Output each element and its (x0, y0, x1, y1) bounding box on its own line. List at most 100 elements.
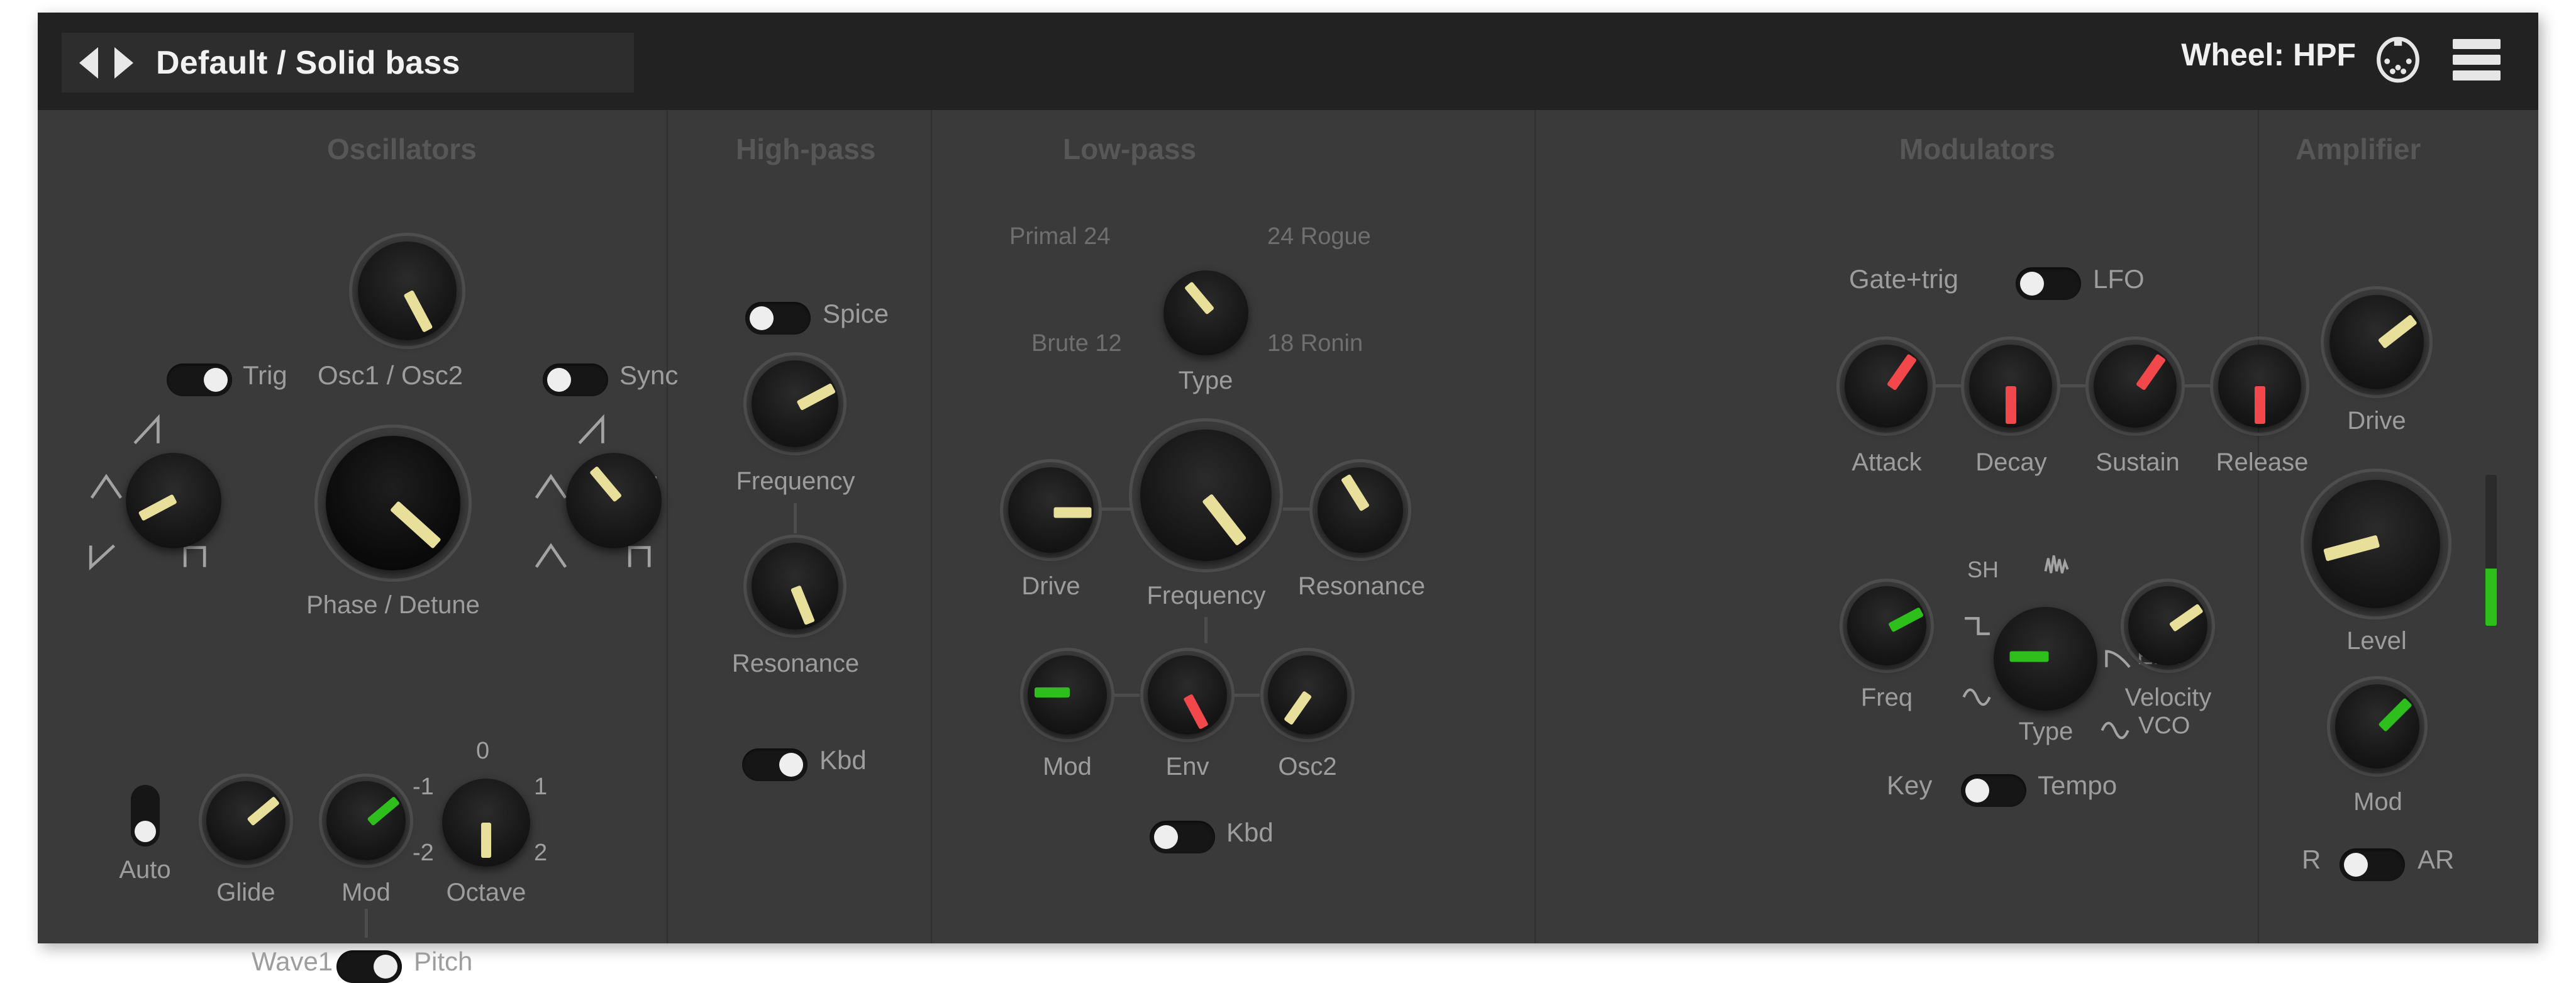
lfo-type-knob[interactable] (1994, 607, 2097, 711)
lp-type-option-rogue[interactable]: 24 Rogue (1267, 223, 1371, 250)
wheel-assignment-label: Wheel: HPF (2181, 37, 2356, 72)
octave-tick-minus1: -1 (413, 774, 434, 800)
lp-type-knob[interactable] (1163, 270, 1248, 355)
lp-frequency-label: Frequency (1146, 582, 1266, 609)
spice-toggle[interactable] (745, 302, 811, 335)
amp-drive-knob[interactable] (2321, 286, 2433, 398)
octave-label: Octave (446, 879, 526, 906)
glide-label: Glide (216, 879, 275, 906)
octave-tick-0: 0 (476, 738, 490, 764)
attack-knob[interactable] (1836, 336, 1936, 436)
hp-kbd-toggle[interactable] (742, 748, 808, 781)
lfo-freq-knob[interactable] (1840, 579, 1934, 673)
lp-type-option-ronin[interactable]: 18 Ronin (1267, 330, 1363, 357)
preset-browser[interactable]: Default / Solid bass (62, 33, 634, 92)
adsr-connector-3 (2185, 384, 2210, 387)
hp-resonance-knob[interactable] (743, 535, 847, 638)
ramp-wave-icon (89, 544, 115, 570)
tempo-label: Tempo (2038, 770, 2118, 800)
triangle-wave-icon (90, 474, 123, 499)
section-title-amplifier: Amplifier (2296, 133, 2421, 165)
r-ar-toggle[interactable] (2340, 848, 2405, 881)
lfo-label: LFO (2093, 264, 2145, 294)
triangle-wave-icon-2 (535, 474, 567, 499)
decay-label: Decay (1975, 448, 2047, 476)
lp-kbd-toggle[interactable] (1150, 821, 1215, 853)
lfo-sine-icon (1962, 688, 1991, 706)
phase-detune-knob[interactable] (314, 425, 472, 582)
release-knob[interactable] (2210, 336, 2309, 436)
adsr-connector-2 (2060, 384, 2085, 387)
lp-mod-label: Mod (1043, 753, 1092, 780)
hp-frequency-label: Frequency (736, 467, 855, 495)
osc2-wave-knob[interactable] (566, 453, 662, 548)
hp-frequency-knob[interactable] (743, 352, 847, 455)
sustain-knob[interactable] (2085, 336, 2185, 436)
lp-resonance-knob[interactable] (1309, 459, 1411, 561)
hamburger-menu-icon[interactable] (2453, 39, 2501, 81)
lp-env-knob[interactable] (1140, 648, 1235, 742)
gate-lfo-toggle[interactable] (2016, 267, 2081, 300)
auto-toggle[interactable] (131, 785, 160, 847)
lp-osc2-knob[interactable] (1260, 648, 1355, 742)
lp-type-label: Type (1178, 367, 1233, 394)
key-tempo-toggle[interactable] (1961, 774, 2026, 807)
section-title-lowpass: Low-pass (1063, 133, 1197, 165)
lp-type-option-primal[interactable]: Primal 24 (1009, 223, 1111, 250)
divider-highpass-lowpass (931, 110, 932, 943)
amp-mod-knob[interactable] (2327, 676, 2428, 777)
lp-freq-env-connector (1204, 617, 1208, 643)
lp-osc2-label: Osc2 (1278, 753, 1337, 780)
lp-drive-knob[interactable] (1000, 459, 1102, 561)
lfo-vco-icon (2101, 721, 2129, 740)
divider-lowpass-modulators (1535, 110, 1536, 943)
lp-env-label: Env (1165, 753, 1209, 780)
hp-connector (794, 503, 797, 533)
amp-mod-label: Mod (2353, 788, 2402, 816)
divider-oscillators-highpass (667, 110, 668, 943)
output-level-meter (2485, 475, 2497, 626)
osc-mod-label: Mod (341, 879, 391, 906)
synth-plugin-window: Default / Solid bass Wheel: HPF Oscillat… (38, 13, 2538, 983)
r-label: R (2302, 845, 2321, 874)
osc-mix-knob[interactable] (349, 233, 465, 349)
lp-frequency-knob[interactable] (1129, 418, 1283, 572)
trig-toggle[interactable] (167, 364, 232, 396)
pitch-label: Pitch (414, 947, 473, 976)
octave-knob[interactable] (442, 779, 530, 867)
lp-env-osc2-connector (1235, 694, 1260, 697)
key-label: Key (1887, 770, 1933, 800)
lp-type-option-brute[interactable]: Brute 12 (1031, 330, 1122, 357)
wave-pitch-toggle[interactable] (336, 950, 402, 983)
ramp-wave-icon-2 (535, 543, 567, 568)
phase-detune-label: Phase / Detune (306, 591, 480, 619)
saw-wave-icon (133, 414, 160, 445)
sync-label: Sync (619, 360, 679, 390)
amp-level-label: Level (2346, 627, 2407, 655)
section-title-modulators: Modulators (1899, 133, 2055, 165)
prev-preset-icon[interactable] (79, 47, 98, 79)
osc-mod-knob[interactable] (319, 774, 413, 868)
lp-kbd-label: Kbd (1226, 818, 1274, 847)
release-label: Release (2216, 448, 2309, 476)
midi-din-icon[interactable] (2375, 36, 2421, 83)
hp-resonance-label: Resonance (731, 650, 860, 677)
hp-kbd-label: Kbd (819, 745, 867, 775)
plugin-header: Default / Solid bass Wheel: HPF (38, 13, 2538, 110)
lfo-freq-label: Freq (1860, 684, 1913, 711)
decay-knob[interactable] (1961, 336, 2060, 436)
output-level-meter-fill (2485, 568, 2497, 626)
lp-mod-knob[interactable] (1020, 648, 1114, 742)
lp-connector-right (1283, 508, 1312, 511)
osc1-wave-knob[interactable] (126, 453, 221, 548)
divider-modulators-amplifier (2258, 110, 2259, 943)
preset-name: Default / Solid bass (156, 44, 460, 81)
octave-tick-minus2: -2 (413, 840, 434, 866)
next-preset-icon[interactable] (114, 47, 133, 79)
amp-level-knob[interactable] (2301, 469, 2451, 619)
velocity-knob[interactable] (2121, 579, 2215, 673)
glide-knob[interactable] (199, 774, 293, 868)
noise-wave-icon (2044, 555, 2069, 574)
sync-toggle[interactable] (543, 364, 608, 396)
ar-label: AR (2418, 845, 2455, 874)
